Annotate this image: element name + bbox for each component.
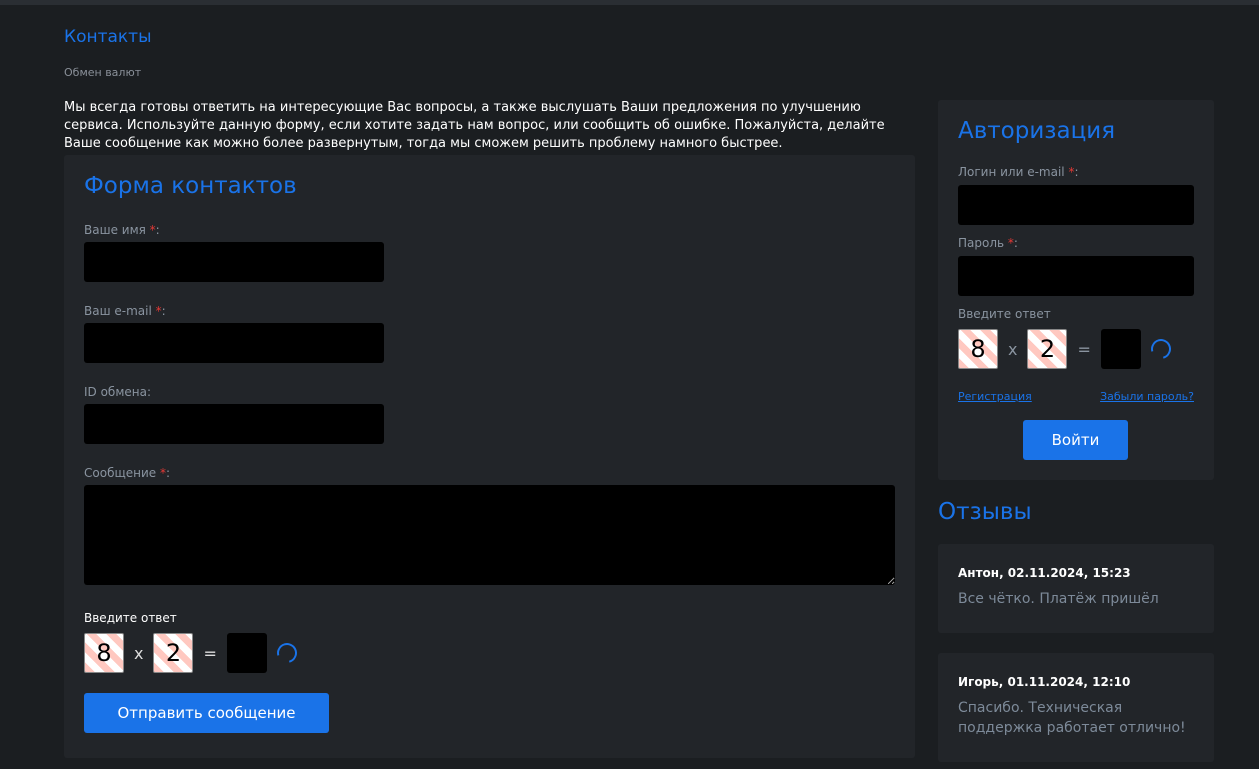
register-link[interactable]: Регистрация (958, 390, 1032, 403)
login-input[interactable] (958, 185, 1194, 225)
captcha-label: Введите ответ (84, 611, 177, 625)
captcha-operator: x (1008, 339, 1018, 359)
auth-panel: Авторизация Логин или e-mail *: Пароль *… (938, 100, 1214, 480)
captcha-label: Введите ответ (958, 307, 1051, 321)
breadcrumb[interactable]: Обмен валют (64, 66, 141, 79)
reviews-title: Отзывы (938, 499, 1032, 525)
send-message-button[interactable]: Отправить сообщение (84, 693, 329, 733)
auth-captcha: 8 x 2 = (958, 329, 1175, 369)
captcha-digit: 2 (153, 633, 194, 673)
login-label: Логин или e-mail *: (958, 165, 1079, 179)
message-textarea[interactable] (84, 485, 895, 585)
captcha-digit: 8 (958, 329, 998, 369)
page-title: Контакты (64, 27, 152, 47)
intro-text: Мы всегда готовы ответить на интересующи… (64, 100, 885, 151)
refresh-icon[interactable] (273, 639, 301, 667)
contact-form: Форма контактов Ваше имя *: Ваш e-mail *… (64, 155, 915, 758)
top-bar (0, 0, 1259, 5)
review-text: Все чётко. Платёж пришёл (958, 591, 1159, 607)
password-label: Пароль *: (958, 236, 1018, 250)
review-author: Игорь, 01.11.2024, 12:10 (958, 675, 1131, 689)
exchange-id-input[interactable] (84, 404, 384, 444)
captcha-answer-input[interactable] (226, 633, 267, 673)
email-input[interactable] (84, 323, 384, 363)
message-label: Сообщение *: (84, 466, 171, 480)
name-input[interactable] (84, 242, 384, 282)
captcha-answer-input[interactable] (1100, 329, 1141, 369)
review-author: Антон, 02.11.2024, 15:23 (958, 566, 1131, 580)
refresh-icon[interactable] (1147, 335, 1175, 363)
captcha-operator: x (134, 643, 144, 663)
password-input[interactable] (958, 256, 1194, 296)
exchange-id-label: ID обмена: (84, 385, 152, 399)
captcha: 8 x 2 = (84, 633, 301, 673)
captcha-digit: 2 (1027, 329, 1068, 369)
name-label: Ваше имя *: (84, 223, 160, 237)
form-title: Форма контактов (84, 173, 297, 199)
captcha-digit: 8 (84, 633, 124, 673)
review-card: Игорь, 01.11.2024, 12:10 Спасибо. Технич… (938, 653, 1214, 762)
email-label: Ваш e-mail *: (84, 304, 166, 318)
review-text: Спасибо. Техническая поддержка работает … (958, 700, 1186, 736)
login-button[interactable]: Войти (1023, 420, 1128, 460)
forgot-password-link[interactable]: Забыли пароль? (1100, 390, 1194, 403)
review-card: Антон, 02.11.2024, 15:23 Все чётко. Плат… (938, 544, 1214, 633)
captcha-equals: = (1077, 339, 1091, 359)
captcha-equals: = (203, 643, 217, 663)
auth-title: Авторизация (958, 118, 1116, 144)
